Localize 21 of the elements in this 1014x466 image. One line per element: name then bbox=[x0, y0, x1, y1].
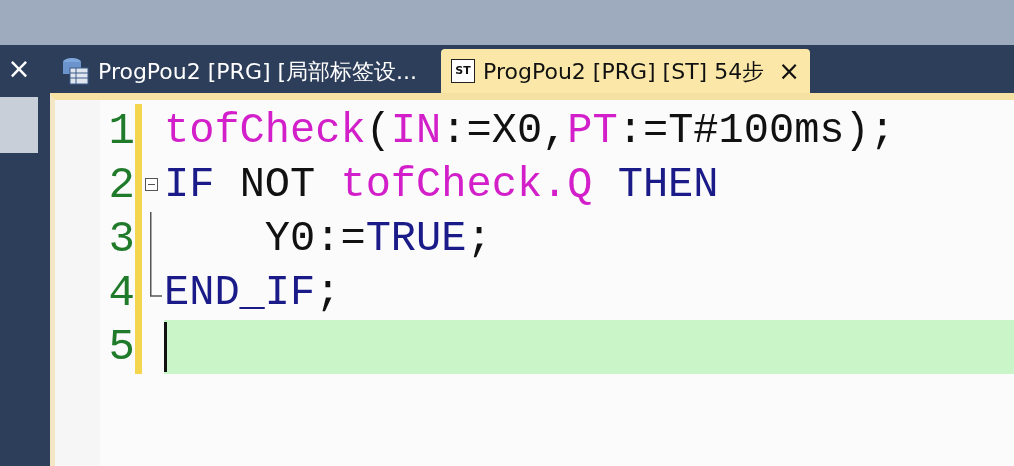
tab-label: ProgPou2 [PRG] [局部标签设... bbox=[98, 57, 418, 86]
fold-end-line bbox=[150, 266, 162, 297]
editor-tab[interactable]: ST ProgPou2 [PRG] [ST] 54步 × bbox=[441, 49, 810, 93]
line-number: 4 bbox=[107, 267, 135, 320]
code-line: Y0:=TRUE; bbox=[263, 214, 492, 265]
text-cursor bbox=[164, 322, 167, 372]
fold-icon[interactable] bbox=[145, 178, 158, 191]
side-panel bbox=[0, 97, 38, 153]
line-number: 5 bbox=[107, 321, 135, 374]
st-icon: ST bbox=[451, 59, 476, 83]
line-number: 2 bbox=[107, 159, 135, 212]
code-line: IF NOT tofCheck.Q THEN bbox=[164, 160, 719, 211]
close-button[interactable]: × bbox=[778, 58, 800, 84]
line-number: 1 bbox=[107, 105, 135, 158]
editor-tab[interactable]: ProgPou2 [PRG] [局部标签设... bbox=[50, 49, 428, 93]
line-number: 3 bbox=[107, 213, 135, 266]
table-icon bbox=[60, 56, 90, 86]
code-line: tofCheck(IN:=X0,PT:=T#100ms); bbox=[164, 106, 895, 157]
code-line: END_IF; bbox=[164, 268, 341, 319]
fold-line bbox=[150, 212, 152, 266]
tab-label: ProgPou2 [PRG] [ST] 54步 bbox=[483, 57, 765, 86]
